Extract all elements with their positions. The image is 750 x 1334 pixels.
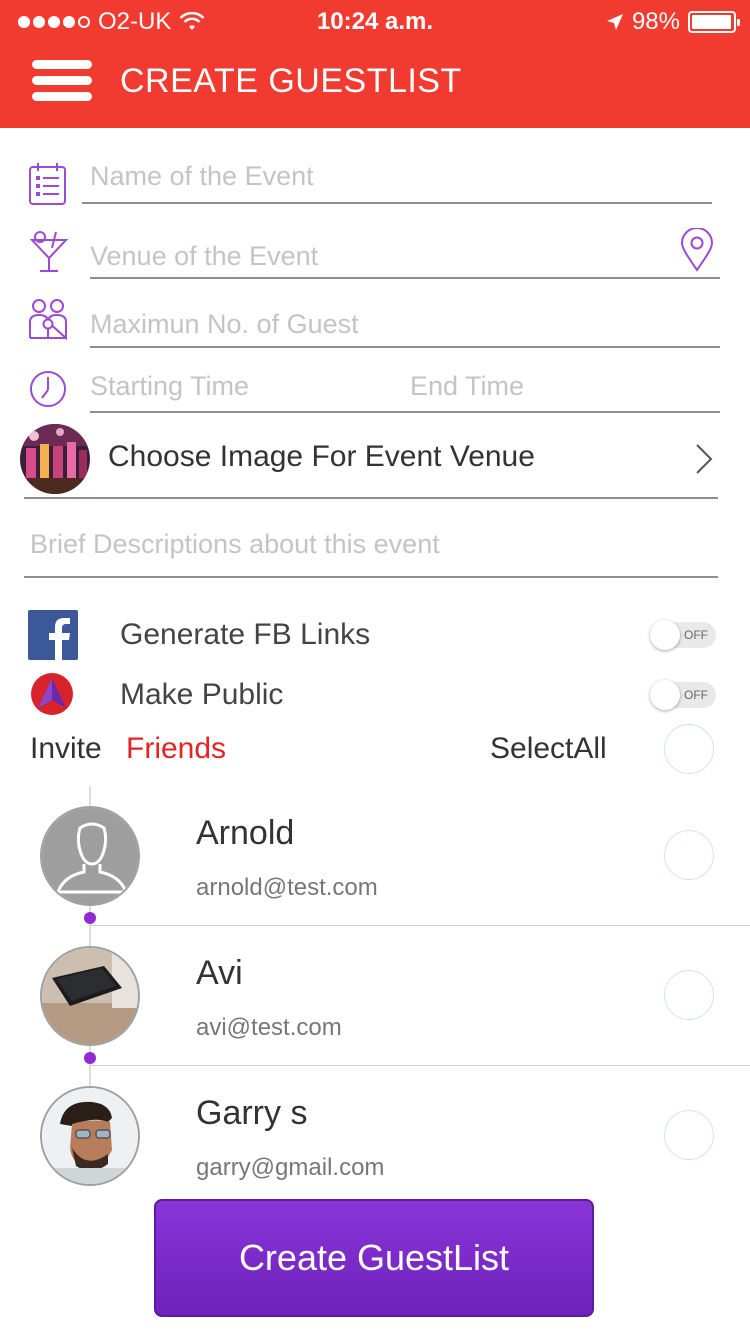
fb-links-label: Generate FB Links [120, 618, 371, 651]
clock-icon [30, 371, 66, 407]
friend-row-garry[interactable]: Garry s garry@gmail.com [0, 1066, 750, 1206]
choose-image-label: Choose Image For Event Venue [108, 440, 535, 473]
make-public-label: Make Public [120, 678, 284, 711]
status-right: 98% [606, 8, 740, 36]
choose-image-underline [24, 497, 718, 499]
select-all-label: SelectAll [490, 732, 607, 765]
avatar-arnold [40, 806, 140, 906]
app-header: O2-UK 10:24 a.m. 98% CREATE GUESTLIST [0, 0, 750, 128]
chevron-right-icon [696, 444, 713, 474]
time-underline [90, 411, 720, 413]
friend-row-arnold[interactable]: Arnold arnold@test.com [0, 786, 750, 926]
battery-percent: 98% [631, 8, 680, 35]
calendar-list-icon [29, 163, 66, 205]
fb-links-toggle-state: OFF [684, 628, 708, 642]
description-input[interactable] [30, 524, 710, 564]
venue-underline [90, 277, 720, 279]
max-guests-input[interactable] [90, 304, 710, 344]
friend-select-radio[interactable] [664, 1110, 714, 1160]
facebook-icon [28, 610, 78, 660]
description-underline [24, 576, 718, 578]
select-all-radio[interactable] [664, 724, 714, 774]
friend-name: Garry s [196, 1094, 308, 1132]
venue-input[interactable] [90, 236, 670, 276]
avatar-garry [40, 1086, 140, 1186]
group-icon [29, 299, 67, 341]
friend-select-radio[interactable] [664, 830, 714, 880]
cocktail-icon [29, 231, 69, 272]
friend-name: Avi [196, 954, 243, 992]
make-public-toggle-state: OFF [684, 688, 708, 702]
status-bar: O2-UK 10:24 a.m. 98% [0, 0, 750, 40]
venue-thumbnail [20, 424, 90, 494]
make-public-row: Make Public OFF [0, 670, 750, 726]
fb-links-row: Generate FB Links OFF [0, 610, 750, 666]
event-name-input[interactable] [90, 156, 710, 196]
friend-email: garry@gmail.com [196, 1154, 385, 1181]
choose-image-row[interactable]: Choose Image For Event Venue [18, 420, 718, 500]
event-name-underline [82, 202, 712, 204]
friends-label: Friends [126, 732, 227, 765]
fb-links-toggle[interactable]: OFF [650, 620, 716, 650]
invite-label: Invite [30, 732, 102, 765]
menu-icon[interactable] [32, 60, 92, 102]
page-title: CREATE GUESTLIST [120, 62, 462, 100]
friend-email: avi@test.com [196, 1014, 342, 1041]
battery-icon [688, 11, 740, 33]
avatar-avi [40, 946, 140, 1046]
make-public-toggle[interactable]: OFF [650, 680, 716, 710]
friend-select-radio[interactable] [664, 970, 714, 1020]
location-arrow-icon [606, 14, 623, 30]
max-guests-underline [90, 346, 720, 348]
create-guestlist-button[interactable]: Create GuestList [154, 1199, 594, 1317]
map-pin-icon[interactable] [680, 228, 714, 272]
end-time-input[interactable] [410, 366, 710, 406]
friend-name: Arnold [196, 814, 295, 852]
public-logo-icon [31, 673, 73, 715]
friend-row-avi[interactable]: Avi avi@test.com [0, 926, 750, 1066]
start-time-input[interactable] [90, 366, 390, 406]
friend-email: arnold@test.com [196, 874, 378, 901]
